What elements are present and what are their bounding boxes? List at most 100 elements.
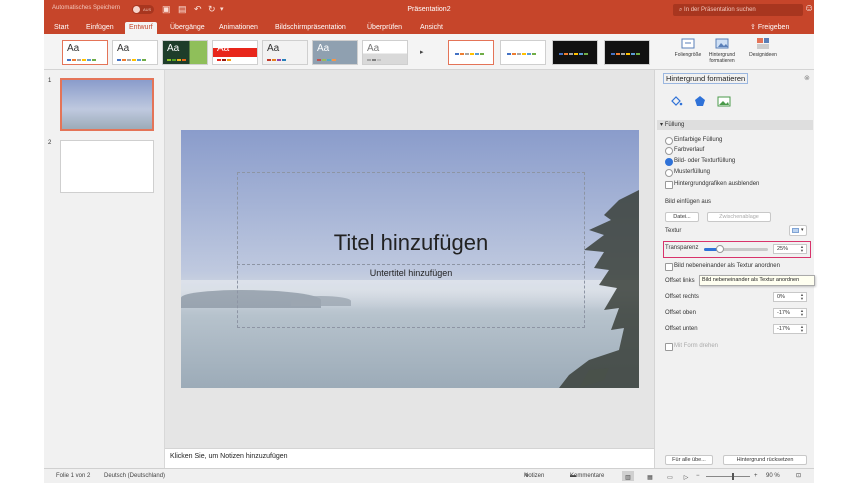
offset-bottom-stepper[interactable]: -17% ▲ ▼ <box>773 324 807 334</box>
theme-retrospect[interactable]: Aa <box>362 40 408 65</box>
rotate-with-shape-checkbox[interactable]: Mit Form drehen <box>665 342 718 351</box>
stepper-arrows-icon[interactable]: ▲ ▼ <box>800 245 804 253</box>
slide-size-button[interactable]: Foliengröße <box>672 37 704 58</box>
theme-sample-text: Aa <box>67 43 80 54</box>
theme-ion[interactable]: Aa <box>262 40 308 65</box>
search-input[interactable]: ⌕ In der Präsentation suchen <box>673 4 803 16</box>
slide-size-icon <box>681 38 695 49</box>
stepper-arrows-icon[interactable]: ▲ ▼ <box>800 325 804 333</box>
fill-section-label: Füllung <box>664 122 685 128</box>
radio-pattern-fill[interactable]: Musterfüllung <box>665 168 710 177</box>
slide-thumbnail-1[interactable] <box>60 78 154 131</box>
design-ideas-button[interactable]: Designideen <box>746 37 780 58</box>
tab-einfuegen[interactable]: Einfügen <box>82 22 118 34</box>
transparency-slider[interactable] <box>704 245 768 253</box>
transparency-slider-handle[interactable] <box>716 245 724 253</box>
close-icon[interactable]: ⊗ <box>804 74 810 82</box>
slide-title[interactable]: Titel hinzufügen <box>237 230 585 256</box>
tab-ansicht[interactable]: Ansicht <box>416 22 447 34</box>
insert-image-label: Bild einfügen aus <box>665 199 712 205</box>
variant-1[interactable] <box>448 40 494 65</box>
variant-3[interactable] <box>552 40 598 65</box>
apply-to-all-button[interactable]: Für alle übe... <box>665 455 713 465</box>
share-button[interactable]: ⇪ Freigeben <box>750 22 789 34</box>
theme-sample-text: Aa <box>367 43 380 54</box>
tile-checkbox[interactable]: Bild nebeneinander als Textur anordnen <box>665 262 780 271</box>
theme-office[interactable]: Aa <box>62 40 108 65</box>
slide-sorter-icon[interactable]: ▦ <box>644 471 656 481</box>
tab-bildschirmpraesentation[interactable]: Bildschirmpräsentation <box>271 22 350 34</box>
zoom-level[interactable]: 90 % <box>766 469 780 483</box>
picture-icon[interactable] <box>717 95 731 107</box>
stepper-arrows-icon[interactable]: ▲ ▼ <box>800 293 804 301</box>
slide-subtitle[interactable]: Untertitel hinzufügen <box>237 268 585 279</box>
zoom-slider[interactable] <box>706 476 750 477</box>
slide-thumbnail-2[interactable] <box>60 140 154 193</box>
stepper-arrows-icon[interactable]: ▲ ▼ <box>800 309 804 317</box>
themes-more-arrow-icon[interactable]: ▸ <box>420 48 424 56</box>
status-bar: Folie 1 von 2 Deutsch (Deutschland) ≑ No… <box>44 468 814 483</box>
language-indicator[interactable]: Deutsch (Deutschland) <box>104 469 165 483</box>
theme-facet[interactable]: Aa <box>162 40 208 65</box>
transparency-stepper[interactable]: 25% ▲ ▼ <box>773 244 807 254</box>
format-background-icon <box>715 38 729 49</box>
slide-size-label: Foliengröße <box>674 52 702 58</box>
slide-count: Folie 1 von 2 <box>56 473 91 479</box>
notes-input[interactable]: Klicken Sie, um Notizen hinzuzufügen <box>165 448 654 468</box>
zoom-in-icon[interactable]: + <box>754 469 758 483</box>
variant-2[interactable] <box>500 40 546 65</box>
tab-start[interactable]: Start <box>50 22 73 34</box>
theme-sample-text: Aa <box>117 43 130 54</box>
offset-top-stepper[interactable]: -17% ▲ ▼ <box>773 308 807 318</box>
offset-top-value: -17% <box>777 310 790 316</box>
clipboard-button[interactable]: Zwischenablage <box>707 212 771 222</box>
theme-sample-text: Aa <box>267 43 280 54</box>
transparency-label: Transparenz <box>665 245 699 251</box>
radio-picture-fill[interactable]: Bild- oder Texturfüllung <box>665 157 735 166</box>
zoom-out-icon[interactable]: − <box>696 469 700 483</box>
hide-graphics-checkbox[interactable]: Hintergrundgrafiken ausblenden <box>665 180 759 189</box>
texture-label: Textur <box>665 228 682 234</box>
effects-icon[interactable] <box>693 95 707 107</box>
ribbon-tabs: Start Einfügen Entwurf Übergänge Animati… <box>44 20 814 34</box>
zoom-slider-handle[interactable] <box>732 473 735 480</box>
theme-sample-text: Aa <box>167 43 180 54</box>
texture-picker-button[interactable]: ▾ <box>789 225 807 236</box>
theme-sample-text: Aa <box>317 43 330 54</box>
theme-integral[interactable]: Aa <box>212 40 258 65</box>
fill-bucket-icon[interactable] <box>669 95 683 107</box>
offset-top-label: Offset oben <box>665 310 696 316</box>
tooltip: Bild nebeneinander als Textur anordnen <box>699 275 815 286</box>
variant-4[interactable] <box>604 40 650 65</box>
offset-bottom-value: -17% <box>777 326 790 332</box>
slide-thumbnails-pane: 1 2 <box>44 70 165 468</box>
format-background-button[interactable]: Hintergrund formatieren <box>704 37 740 64</box>
theme-sample-text: Aa <box>217 43 230 54</box>
radio-solid-fill[interactable]: Einfarbige Füllung <box>665 136 722 145</box>
offset-right-stepper[interactable]: 0% ▲ ▼ <box>773 292 807 302</box>
offset-bottom-label: Offset unten <box>665 326 698 332</box>
file-button[interactable]: Datei... <box>665 212 699 222</box>
theme-office-2[interactable]: Aa <box>112 40 158 65</box>
slide[interactable]: Titel hinzufügen Untertitel hinzufügen <box>181 130 639 388</box>
texture-swatch-icon <box>792 228 799 233</box>
tab-animationen[interactable]: Animationen <box>215 22 262 34</box>
slideshow-icon[interactable]: ▷ <box>680 471 692 481</box>
radio-gradient-fill[interactable]: Farbverlauf <box>665 146 704 155</box>
tab-ueberpruefen[interactable]: Überprüfen <box>363 22 406 34</box>
design-ideas-icon <box>757 38 769 49</box>
reset-background-button[interactable]: Hintergrund rücksetzen <box>723 455 807 465</box>
format-background-label: Hintergrund formatieren <box>708 52 736 64</box>
search-placeholder: In der Präsentation suchen <box>684 7 756 13</box>
offset-left-label: Offset links <box>665 278 695 284</box>
theme-organic[interactable]: Aa <box>312 40 358 65</box>
fill-section-header[interactable]: ▾ Füllung <box>657 120 813 130</box>
reading-view-icon[interactable]: ▭ <box>664 471 676 481</box>
tab-entwurf[interactable]: Entwurf <box>125 22 157 34</box>
tab-uebergaenge[interactable]: Übergänge <box>166 22 209 34</box>
fit-slide-icon[interactable]: ⊡ <box>796 469 801 483</box>
share-icon: ⇪ <box>750 24 758 31</box>
share-label: Freigeben <box>757 24 790 31</box>
feedback-icon[interactable]: ☺ <box>804 3 814 14</box>
normal-view-icon[interactable]: ▥ <box>622 471 634 481</box>
